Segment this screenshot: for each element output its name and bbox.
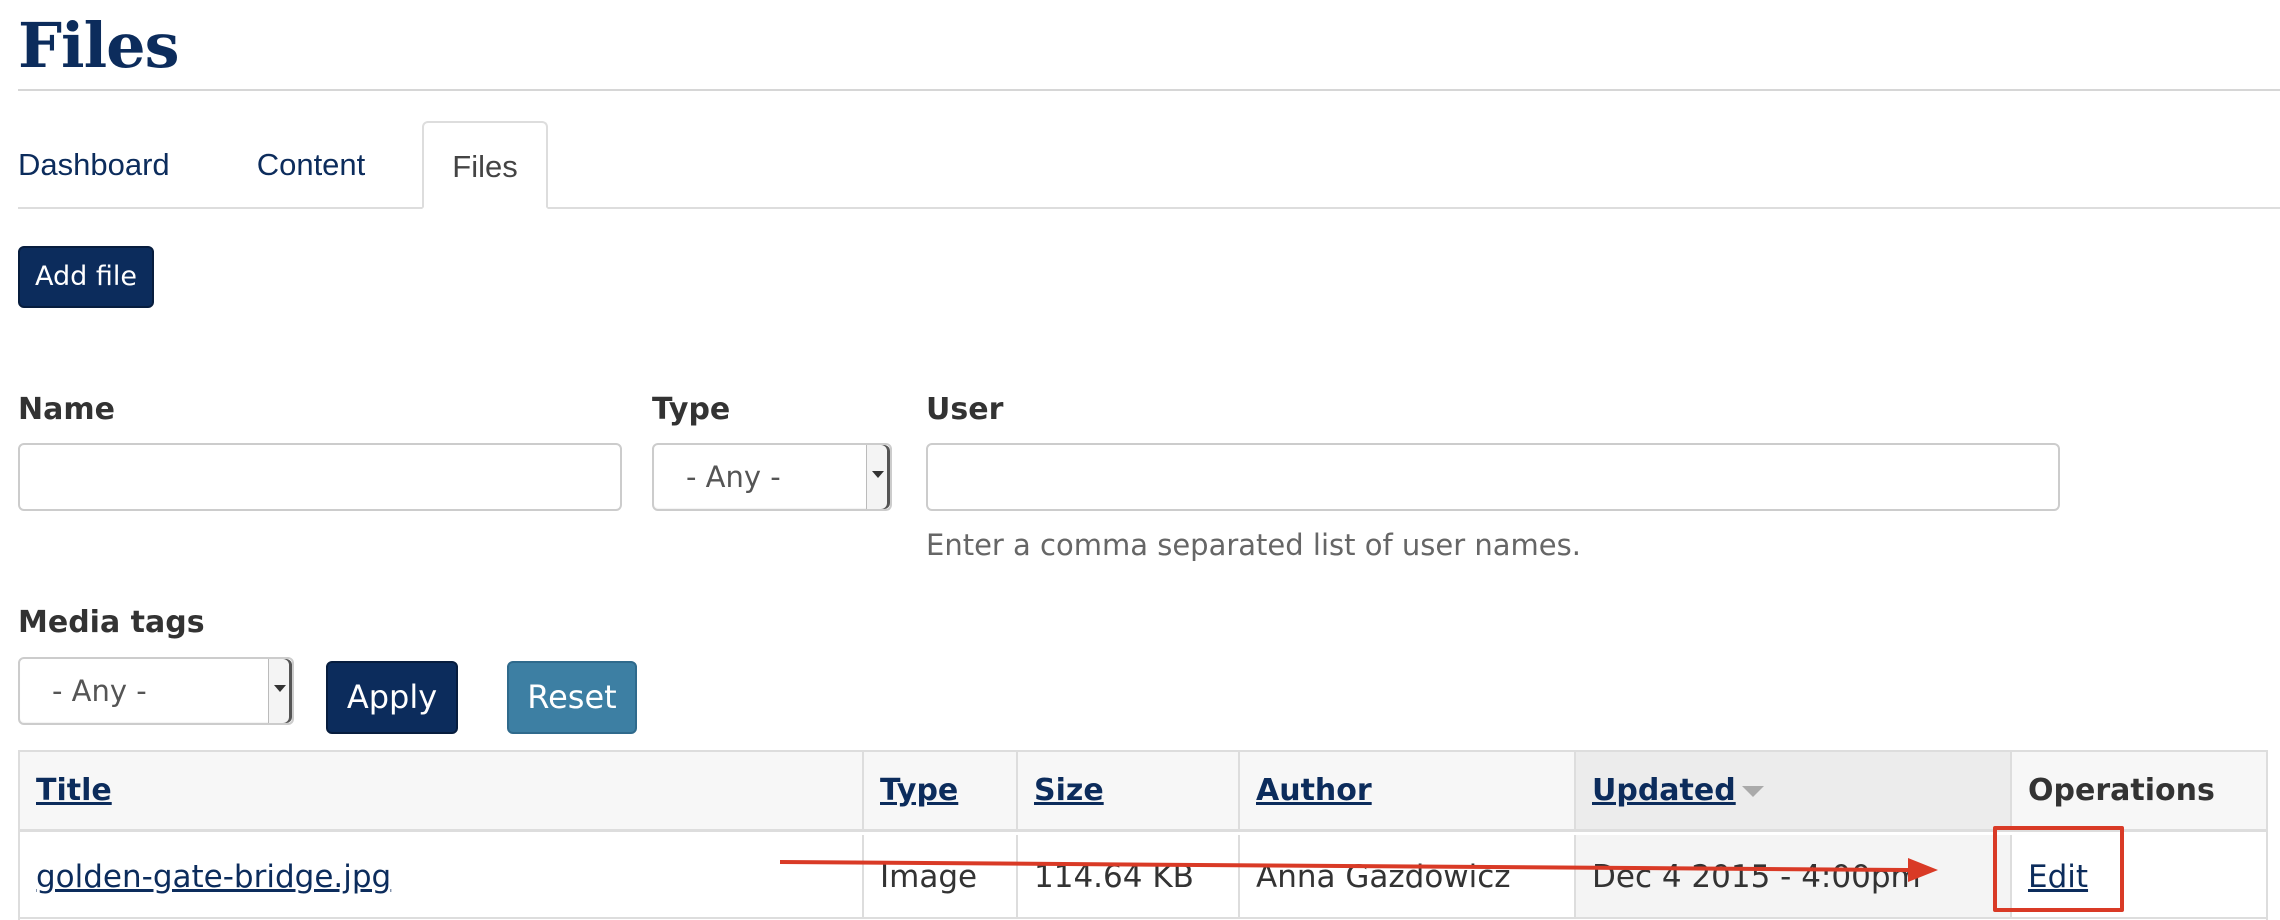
type-filter-label: Type <box>652 392 731 427</box>
media-tags-select[interactable]: - Any - <box>18 657 294 725</box>
cell-author: Anna Gazdowicz <box>1238 835 1574 917</box>
cell-type: Image <box>862 835 1016 917</box>
column-header-updated[interactable]: Updated <box>1574 752 2010 829</box>
tab-content[interactable]: Content <box>246 121 376 209</box>
tab-files[interactable]: Files <box>422 121 548 209</box>
column-header-title[interactable]: Title <box>20 752 862 829</box>
column-header-type[interactable]: Type <box>862 752 1016 829</box>
page-title: Files <box>18 9 179 82</box>
cell-updated: Dec 4 2015 - 4:00pm <box>1574 835 2010 917</box>
annotation-highlight-box <box>1993 826 2124 912</box>
table-header: Title Type Size Author Updated Operation… <box>20 752 2266 832</box>
cell-size: 114.64 KB <box>1016 835 1238 917</box>
user-filter-label: User <box>926 392 1004 427</box>
sort-descending-icon <box>1741 786 1764 797</box>
type-select-value: - Any - <box>686 460 781 494</box>
column-header-author[interactable]: Author <box>1238 752 1574 829</box>
column-header-operations: Operations <box>2010 752 2270 829</box>
chevron-down-icon <box>268 659 292 723</box>
tab-dashboard[interactable]: Dashboard <box>18 121 170 209</box>
apply-button[interactable]: Apply <box>326 661 458 734</box>
name-input[interactable] <box>18 443 622 511</box>
tab-bar: Dashboard Content Files <box>18 121 2280 209</box>
file-link: golden-gate-bridge.jpg <box>36 859 392 895</box>
user-filter-help: Enter a comma separated list of user nam… <box>926 528 1581 562</box>
media-tags-select-value: - Any - <box>52 674 147 708</box>
table-row: golden-gate-bridge.jpg Image 114.64 KB A… <box>20 835 2266 919</box>
type-select[interactable]: - Any - <box>652 443 892 511</box>
name-filter-label: Name <box>18 392 115 427</box>
media-tags-filter-label: Media tags <box>18 605 205 640</box>
cell-title[interactable]: golden-gate-bridge.jpg <box>20 835 862 917</box>
column-header-size[interactable]: Size <box>1016 752 1238 829</box>
chevron-down-icon <box>866 445 890 509</box>
title-divider <box>18 89 2280 91</box>
reset-button[interactable]: Reset <box>507 661 637 734</box>
user-input[interactable] <box>926 443 2060 511</box>
files-table: Title Type Size Author Updated Operation… <box>18 750 2268 920</box>
add-file-button[interactable]: Add file <box>18 246 154 308</box>
